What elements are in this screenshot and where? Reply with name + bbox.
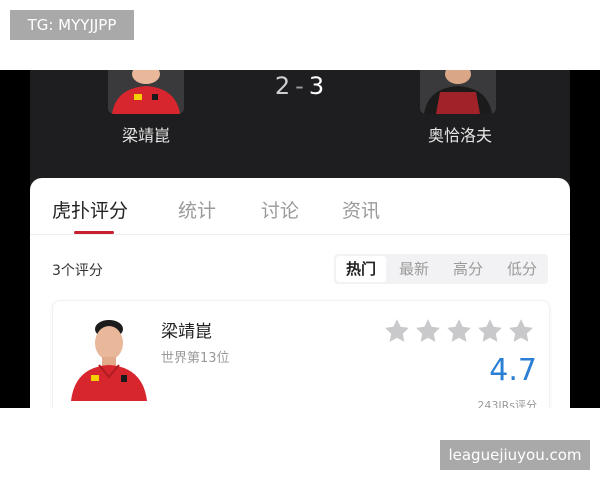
tab-stats[interactable]: 统计 (178, 196, 216, 223)
player-photo (69, 313, 149, 401)
score-left: 2 (274, 72, 292, 100)
sort-toggle: 热门 最新 高分 低分 (334, 254, 548, 284)
match-score: 2-3 (260, 72, 340, 100)
player-right-name[interactable]: 奥恰洛夫 (400, 122, 520, 146)
vote-count: 243JRs评分 (477, 399, 537, 408)
sort-hot-button[interactable]: 热门 (336, 256, 386, 282)
tab-news[interactable]: 资讯 (342, 196, 380, 223)
sort-high-button[interactable]: 高分 (442, 254, 494, 284)
sort-low-button[interactable]: 低分 (496, 254, 548, 284)
sort-latest-button[interactable]: 最新 (388, 254, 440, 284)
star-icon[interactable] (476, 317, 504, 345)
average-score: 4.7 (489, 353, 537, 388)
player-right-avatar[interactable] (420, 70, 496, 114)
tab-bar: 虎扑评分 统计 讨论 资讯 (30, 178, 570, 234)
star-rating-input[interactable] (383, 317, 537, 345)
player-rating-card[interactable]: 梁靖崑 世界第13位 4.7 243JRs评分 (52, 300, 550, 408)
player-left-avatar[interactable] (108, 70, 184, 114)
watermark-top: TG: MYYJJPP (10, 10, 134, 40)
star-icon[interactable] (445, 317, 473, 345)
watermark-bottom: leaguejiuyou.com (440, 440, 590, 470)
tab-hupu-rating[interactable]: 虎扑评分 (52, 196, 128, 223)
tab-divider (30, 234, 570, 235)
rating-count: 3个评分 (52, 263, 103, 279)
star-icon[interactable] (507, 317, 535, 345)
app-screen: 2-3 梁靖崑 奥恰洛夫 虎扑评分 统计 讨论 资讯 3个评分 热门 最新 高分… (30, 70, 570, 408)
star-icon[interactable] (383, 317, 411, 345)
video-frame: 2-3 梁靖崑 奥恰洛夫 虎扑评分 统计 讨论 资讯 3个评分 热门 最新 高分… (0, 70, 600, 408)
star-icon[interactable] (414, 317, 442, 345)
tab-discussion[interactable]: 讨论 (261, 196, 299, 223)
player-world-rank: 世界第13位 (161, 351, 230, 366)
score-right: 3 (308, 72, 326, 100)
player-left-name[interactable]: 梁靖崑 (86, 122, 206, 146)
rating-panel: 虎扑评分 统计 讨论 资讯 3个评分 热门 最新 高分 低分 梁靖崑 世界第13… (30, 178, 570, 408)
player-name: 梁靖崑 (161, 322, 212, 342)
score-separator: - (295, 72, 305, 100)
